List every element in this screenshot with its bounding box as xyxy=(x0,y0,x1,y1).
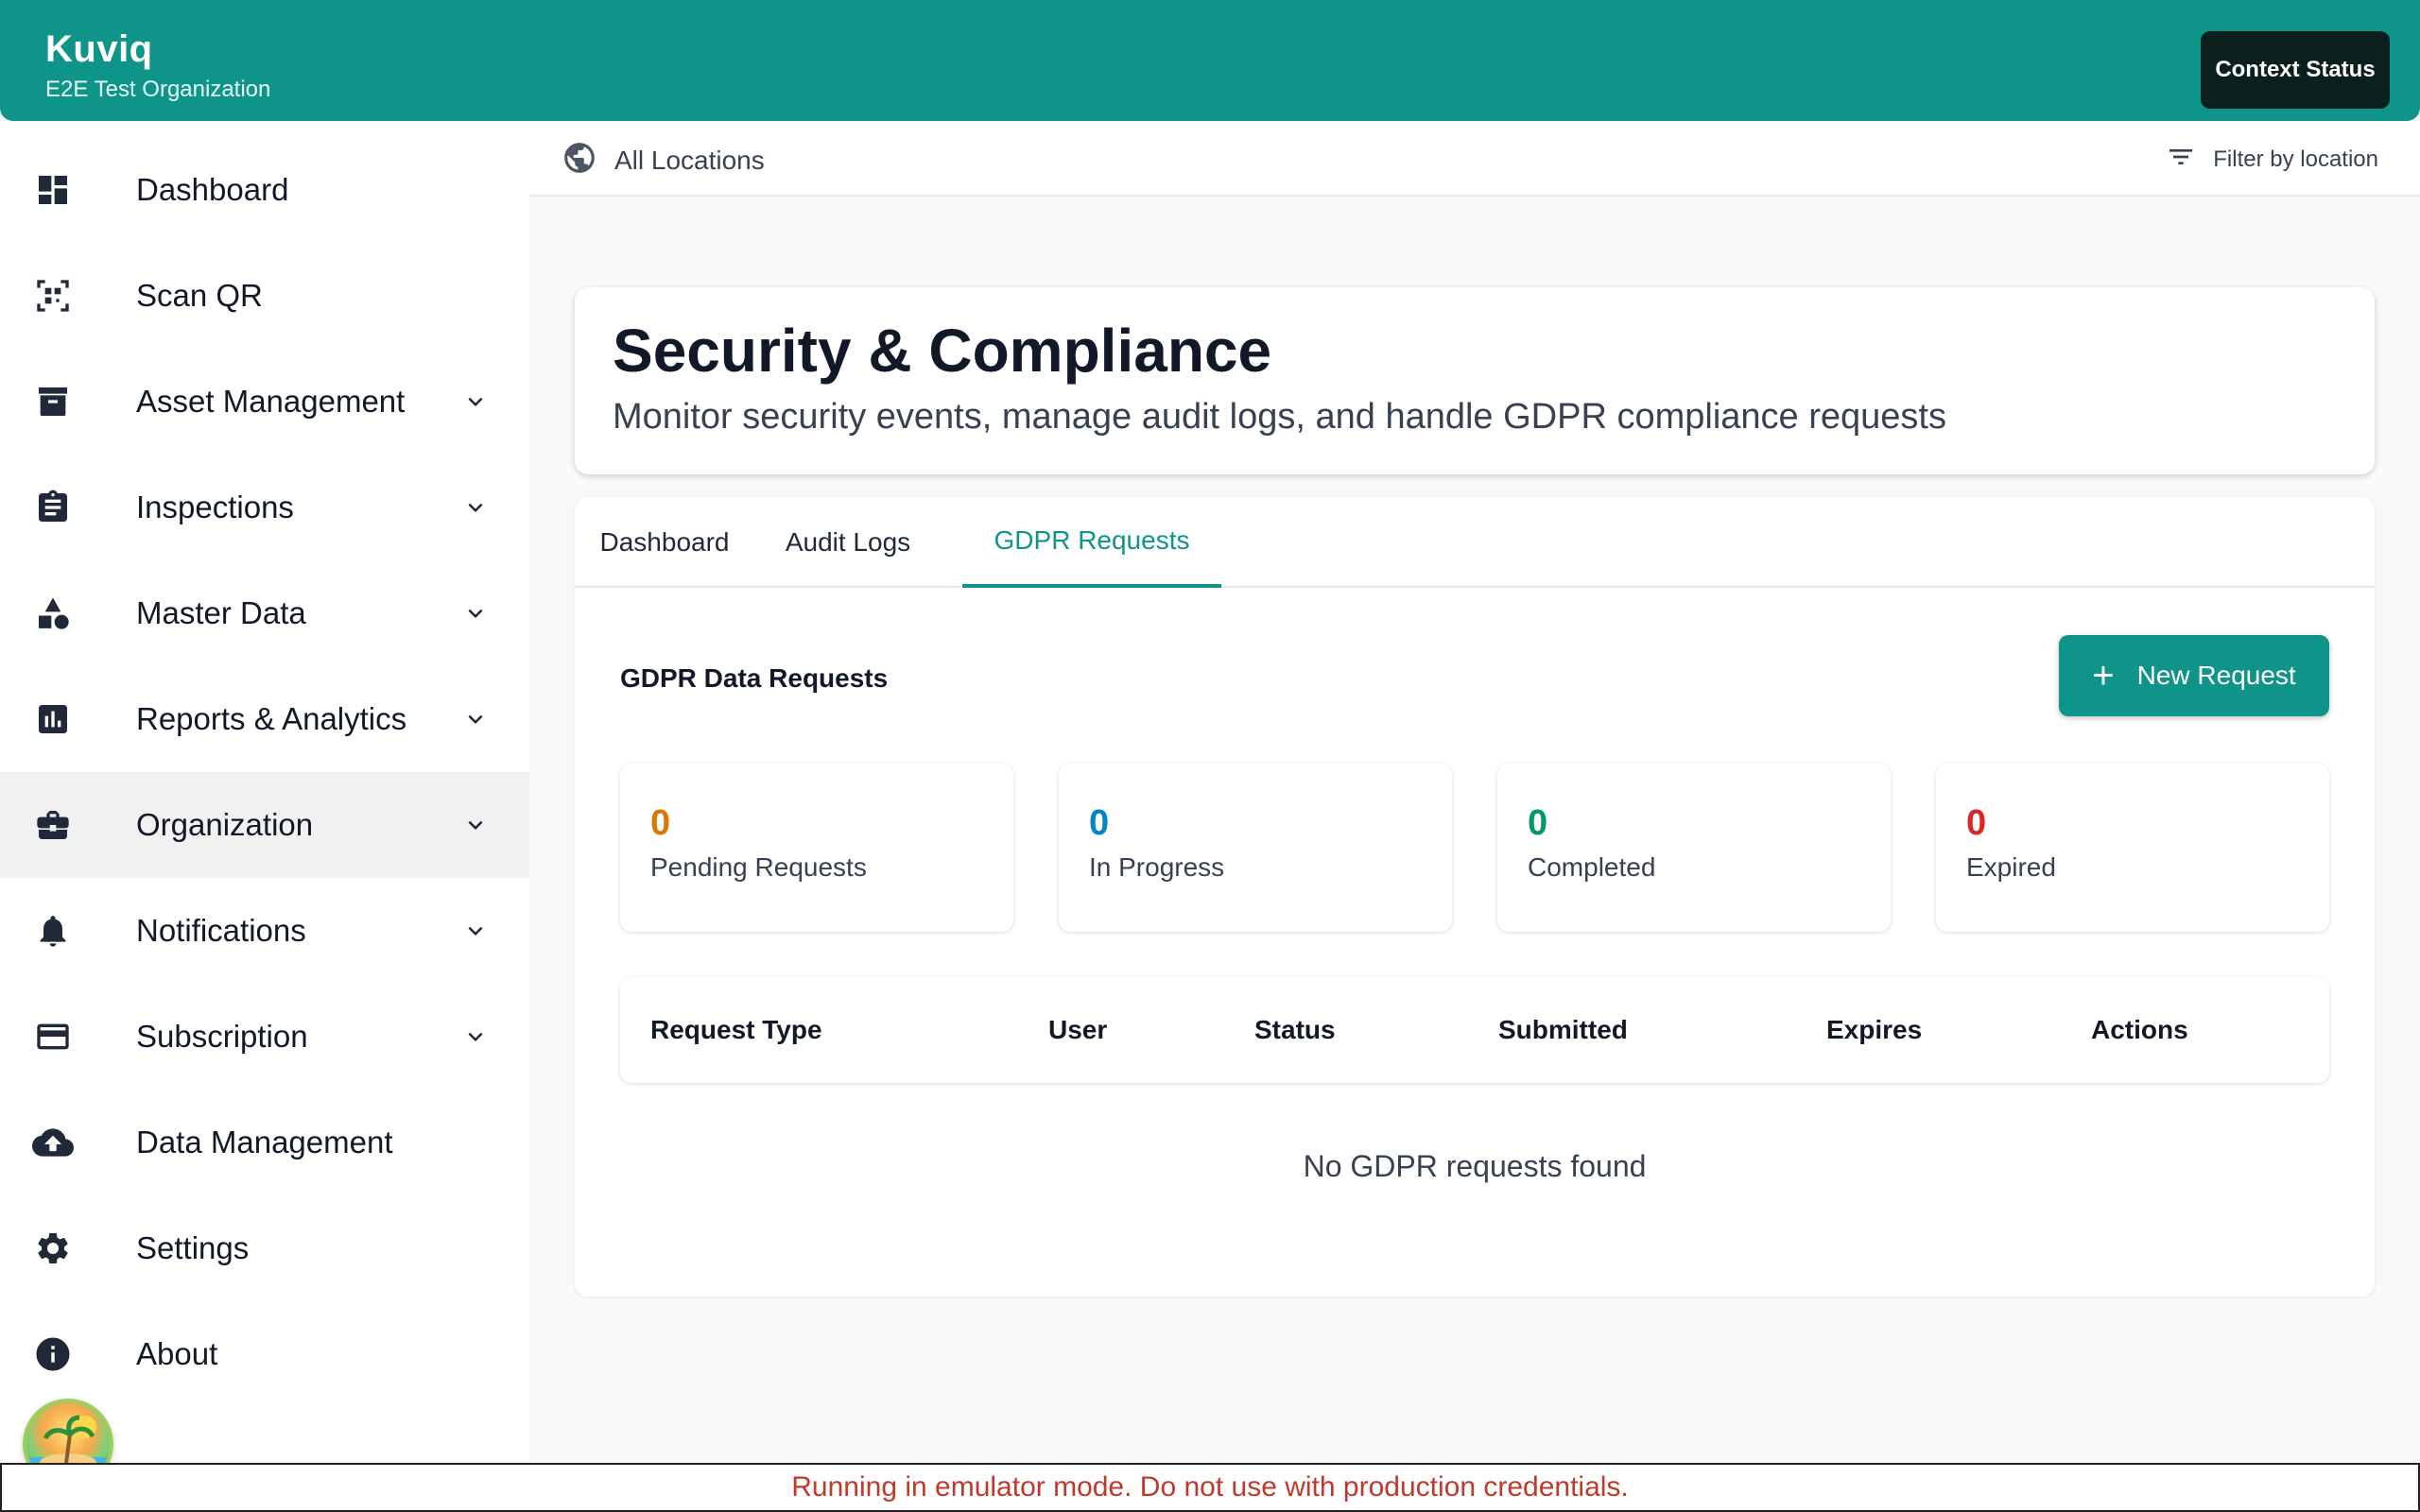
shapes-icon xyxy=(32,593,74,634)
bell-icon xyxy=(32,910,74,952)
sidebar-item-label: About xyxy=(136,1336,218,1371)
empty-state-message: No GDPR requests found xyxy=(1303,1149,1647,1183)
filter-icon xyxy=(2166,142,2196,177)
sidebar-item-label: Settings xyxy=(136,1230,250,1265)
chevron-down-icon[interactable] xyxy=(459,703,492,735)
globe-icon xyxy=(562,140,597,180)
page-title: Security & Compliance xyxy=(613,317,1272,385)
sidebar-item-scan-qr[interactable]: Scan QR xyxy=(0,243,529,349)
sidebar: Dashboard Scan QR Asset Management Inspe… xyxy=(0,121,529,1463)
filter-by-location-button[interactable]: Filter by location xyxy=(2166,142,2378,177)
dashboard-icon xyxy=(32,169,74,211)
stat-label: Pending Requests xyxy=(650,852,867,882)
chevron-down-icon[interactable] xyxy=(459,597,492,629)
page-subtitle: Monitor security events, manage audit lo… xyxy=(613,397,1946,437)
sidebar-item-organization[interactable]: Organization xyxy=(0,772,529,878)
sidebar-item-reports-analytics[interactable]: Reports & Analytics xyxy=(0,666,529,772)
section-title: GDPR Data Requests xyxy=(620,663,889,693)
sidebar-item-label: Reports & Analytics xyxy=(136,701,407,736)
chevron-down-icon[interactable] xyxy=(459,915,492,947)
requests-table-header: Request Type User Status Submitted Expir… xyxy=(620,977,2329,1083)
sidebar-item-dashboard[interactable]: Dashboard xyxy=(0,137,529,243)
chevron-down-icon[interactable] xyxy=(459,386,492,418)
filter-label: Filter by location xyxy=(2213,146,2378,172)
sidebar-item-label: Master Data xyxy=(136,595,306,630)
column-request-type[interactable]: Request Type xyxy=(650,1015,822,1045)
sidebar-item-label: Scan QR xyxy=(136,278,263,313)
column-expires[interactable]: Expires xyxy=(1826,1015,1922,1045)
sidebar-item-subscription[interactable]: Subscription xyxy=(0,984,529,1090)
info-icon xyxy=(32,1333,74,1375)
stat-label: Completed xyxy=(1528,852,1656,882)
chevron-down-icon[interactable] xyxy=(459,809,492,841)
stat-value: 0 xyxy=(650,803,671,843)
credit-card-icon xyxy=(32,1016,74,1057)
sidebar-item-about[interactable]: About xyxy=(0,1301,529,1407)
sidebar-item-label: Dashboard xyxy=(136,172,289,207)
new-request-button[interactable]: + New Request xyxy=(2059,635,2329,716)
tab-bar: Dashboard Audit Logs GDPR Requests xyxy=(575,497,2375,588)
qr-scan-icon xyxy=(32,275,74,317)
emulator-warning-banner: Running in emulator mode. Do not use wit… xyxy=(0,1463,2420,1512)
sidebar-item-data-management[interactable]: Data Management xyxy=(0,1090,529,1195)
sidebar-item-label: Subscription xyxy=(136,1019,308,1054)
sidebar-item-label: Notifications xyxy=(136,913,306,948)
new-request-label: New Request xyxy=(2136,661,2296,690)
stat-card-expired: 0 Expired xyxy=(1936,764,2329,932)
stat-card-completed: 0 Completed xyxy=(1497,764,1891,932)
archive-icon xyxy=(32,381,74,422)
sidebar-item-label: Data Management xyxy=(136,1125,393,1160)
chevron-down-icon[interactable] xyxy=(459,1021,492,1053)
sidebar-item-label: Inspections xyxy=(136,490,294,524)
stat-label: Expired xyxy=(1966,852,2056,882)
column-status[interactable]: Status xyxy=(1254,1015,1336,1045)
sidebar-item-settings[interactable]: Settings xyxy=(0,1195,529,1301)
chevron-down-icon[interactable] xyxy=(459,491,492,524)
stat-value: 0 xyxy=(1528,803,1548,843)
sidebar-item-master-data[interactable]: Master Data xyxy=(0,560,529,666)
clipboard-icon xyxy=(32,487,74,528)
sidebar-item-asset-management[interactable]: Asset Management xyxy=(0,349,529,455)
stat-value: 0 xyxy=(1966,803,1987,843)
column-submitted[interactable]: Submitted xyxy=(1498,1015,1628,1045)
column-user[interactable]: User xyxy=(1048,1015,1107,1045)
tab-gdpr-requests[interactable]: GDPR Requests xyxy=(962,497,1221,588)
sidebar-item-label: Organization xyxy=(136,807,314,842)
current-location: All Locations xyxy=(614,145,765,175)
sidebar-item-inspections[interactable]: Inspections xyxy=(0,455,529,560)
organization-name: E2E Test Organization xyxy=(45,77,271,102)
tab-dashboard[interactable]: Dashboard xyxy=(600,497,730,588)
cloud-upload-icon xyxy=(32,1122,74,1163)
stat-card-pending: 0 Pending Requests xyxy=(620,764,1013,932)
app-bar: Kuviq E2E Test Organization Context Stat… xyxy=(0,0,2420,121)
stat-card-in-progress: 0 In Progress xyxy=(1059,764,1452,932)
plus-icon: + xyxy=(2092,655,2115,696)
sidebar-item-notifications[interactable]: Notifications xyxy=(0,878,529,984)
location-selector[interactable]: All Locations xyxy=(562,140,765,180)
gear-icon xyxy=(32,1228,74,1269)
briefcase-icon xyxy=(32,804,74,846)
app-name: Kuviq xyxy=(45,28,153,70)
tab-audit-logs[interactable]: Audit Logs xyxy=(781,497,915,588)
stat-label: In Progress xyxy=(1089,852,1225,882)
location-bar: All Locations Filter by location xyxy=(529,121,2420,197)
sidebar-item-label: Asset Management xyxy=(136,384,406,419)
brand: Kuviq E2E Test Organization xyxy=(45,28,270,103)
context-status-button[interactable]: Context Status xyxy=(2201,31,2390,109)
page-header-card: Security & Compliance Monitor security e… xyxy=(575,287,2375,474)
gdpr-card: Dashboard Audit Logs GDPR Requests GDPR … xyxy=(575,497,2375,1297)
column-actions[interactable]: Actions xyxy=(2091,1015,2188,1045)
stat-value: 0 xyxy=(1089,803,1110,843)
bar-chart-icon xyxy=(32,698,74,740)
